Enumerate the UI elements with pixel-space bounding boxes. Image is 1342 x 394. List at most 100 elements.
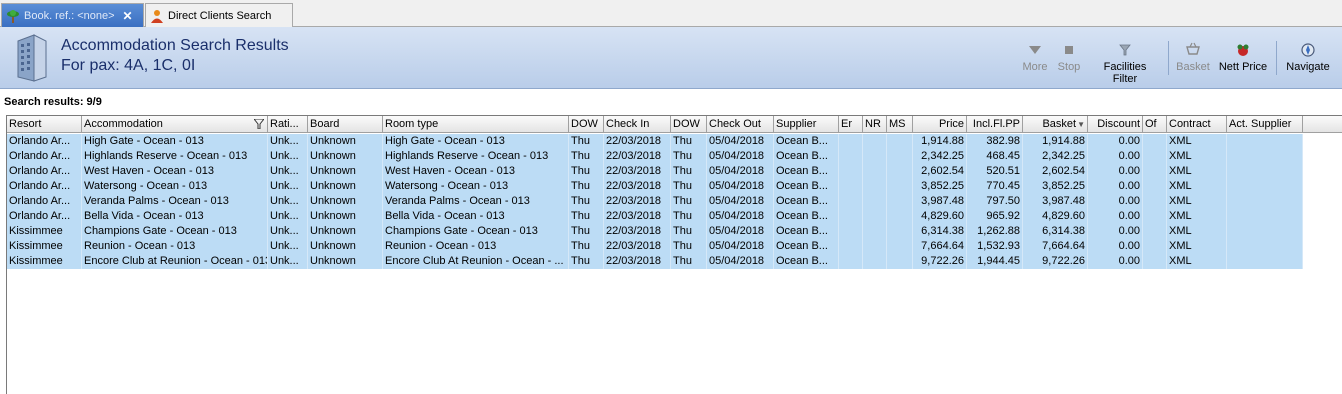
table-row[interactable]: Orlando Ar... Watersong - Ocean - 013 Unk.… — [7, 179, 1303, 194]
cell-ms — [887, 134, 913, 149]
cell-price: 2,602.54 — [913, 164, 967, 179]
cell-supplier: Ocean B... — [774, 194, 839, 209]
cell-check-in: 22/03/2018 — [604, 134, 671, 149]
cell-ms — [887, 209, 913, 224]
cell-dow-in: Thu — [569, 164, 604, 179]
cell-incl-fl-pp: 468.45 — [967, 149, 1023, 164]
cell-nr — [863, 194, 887, 209]
pax-subtitle: For pax: 4A, 1C, 0I — [61, 57, 196, 74]
cell-price: 7,664.64 — [913, 239, 967, 254]
cell-act-supplier — [1227, 209, 1303, 224]
cell-board: Unknown — [308, 224, 383, 239]
cell-dow-out: Thu — [671, 209, 707, 224]
nett-price-button[interactable]: Nett Price — [1217, 41, 1269, 73]
column-header-accommodation[interactable]: Accommodation — [82, 116, 268, 133]
cell-supplier: Ocean B... — [774, 209, 839, 224]
facilities-filter-button[interactable]: Facilities Filter — [1090, 41, 1160, 85]
table-row[interactable]: Kissimmee Encore Club at Reunion - Ocean … — [7, 254, 1303, 269]
table-row[interactable]: Kissimmee Champions Gate - Ocean - 013 Unk… — [7, 224, 1303, 239]
column-header-dow-in[interactable]: DOW — [569, 116, 604, 133]
down-triangle-icon — [1029, 46, 1041, 54]
cell-contract: XML — [1167, 254, 1227, 269]
cell-dow-in: Thu — [569, 149, 604, 164]
column-header-board[interactable]: Board — [308, 116, 383, 133]
cell-incl-fl-pp: 1,944.45 — [967, 254, 1023, 269]
column-header-check-in[interactable]: Check In — [604, 116, 671, 133]
cell-dow-out: Thu — [671, 164, 707, 179]
column-header-label: Discount — [1097, 118, 1140, 130]
cell-room-type: Champions Gate - Ocean - 013 — [383, 224, 569, 239]
results-grid: Resort Accommodation Rati... Board Room type… — [6, 115, 1342, 394]
cell-rating: Unk... — [268, 149, 308, 164]
tab-booking-ref-label: Book. ref.: <none> — [24, 9, 115, 22]
cell-act-supplier — [1227, 179, 1303, 194]
cell-of — [1143, 134, 1167, 149]
close-icon[interactable]: ✕ — [123, 9, 133, 23]
cell-basket: 7,664.64 — [1023, 239, 1088, 254]
column-header-price[interactable]: Price — [913, 116, 967, 133]
column-header-rating[interactable]: Rati... — [268, 116, 308, 133]
column-header-resort[interactable]: Resort — [7, 116, 82, 133]
tab-direct-clients-search[interactable]: Direct Clients Search — [145, 3, 293, 27]
column-header-dow-out[interactable]: DOW — [671, 116, 707, 133]
navigate-button[interactable]: Navigate — [1282, 41, 1334, 73]
column-header-supplier[interactable]: Supplier — [774, 116, 839, 133]
cell-of — [1143, 164, 1167, 179]
cell-rating: Unk... — [268, 134, 308, 149]
column-header-of[interactable]: Of — [1143, 116, 1167, 133]
column-header-incl-fl-pp[interactable]: Incl.Fl.PP — [967, 116, 1023, 133]
cell-check-out: 05/04/2018 — [707, 164, 774, 179]
cell-discount: 0.00 — [1088, 224, 1143, 239]
column-header-discount[interactable]: Discount — [1088, 116, 1143, 133]
column-header-basket[interactable]: Basket▼ — [1023, 116, 1088, 133]
table-row[interactable]: Orlando Ar... High Gate - Ocean - 013 Unk.… — [7, 134, 1303, 149]
column-header-nr[interactable]: NR — [863, 116, 887, 133]
cell-contract: XML — [1167, 194, 1227, 209]
column-header-room-type[interactable]: Room type — [383, 116, 569, 133]
table-row[interactable]: Kissimmee Reunion - Ocean - 013 Unk... Unkn… — [7, 239, 1303, 254]
column-header-act-supplier[interactable]: Act. Supplier — [1227, 116, 1303, 133]
money-bag-icon — [1237, 44, 1249, 56]
column-header-ms[interactable]: MS — [887, 116, 913, 133]
column-header-label: Basket — [1042, 118, 1077, 130]
building-icon — [17, 34, 47, 82]
cell-nr — [863, 254, 887, 269]
cell-accommodation: Highlands Reserve - Ocean - 013 — [82, 149, 268, 164]
cell-of — [1143, 224, 1167, 239]
cell-accommodation: Bella Vida - Ocean - 013 — [82, 209, 268, 224]
table-row[interactable]: Orlando Ar... Highlands Reserve - Ocean -… — [7, 149, 1303, 164]
cell-rating: Unk... — [268, 209, 308, 224]
tab-booking-ref[interactable]: Book. ref.: <none> ✕ — [1, 3, 144, 27]
cell-incl-fl-pp: 1,262.88 — [967, 224, 1023, 239]
cell-er — [839, 194, 863, 209]
cell-nr — [863, 224, 887, 239]
more-button[interactable]: More — [1022, 41, 1048, 73]
column-header-label: MS — [889, 118, 906, 130]
basket-button[interactable]: Basket — [1175, 41, 1211, 73]
cell-contract: XML — [1167, 134, 1227, 149]
table-row[interactable]: Orlando Ar... Bella Vida - Ocean - 013 Unk… — [7, 209, 1303, 224]
compass-icon — [1301, 43, 1315, 57]
column-header-check-out[interactable]: Check Out — [707, 116, 774, 133]
cell-discount: 0.00 — [1088, 134, 1143, 149]
table-row[interactable]: Orlando Ar... Veranda Palms - Ocean - 013… — [7, 194, 1303, 209]
cell-ms — [887, 224, 913, 239]
cell-contract: XML — [1167, 239, 1227, 254]
filter-icon[interactable] — [254, 119, 264, 129]
cell-basket: 3,987.48 — [1023, 194, 1088, 209]
table-row[interactable]: Orlando Ar... West Haven - Ocean - 013 Unk… — [7, 164, 1303, 179]
cell-accommodation: West Haven - Ocean - 013 — [82, 164, 268, 179]
column-header-er[interactable]: Er — [839, 116, 863, 133]
stop-button[interactable]: Stop — [1056, 41, 1082, 73]
cell-check-out: 05/04/2018 — [707, 224, 774, 239]
cell-board: Unknown — [308, 239, 383, 254]
column-header-contract[interactable]: Contract — [1167, 116, 1227, 133]
navigate-label: Navigate — [1286, 61, 1330, 73]
cell-incl-fl-pp: 382.98 — [967, 134, 1023, 149]
cell-act-supplier — [1227, 239, 1303, 254]
cell-nr — [863, 164, 887, 179]
grid-header-row: Resort Accommodation Rati... Board Room type… — [7, 116, 1342, 133]
cell-supplier: Ocean B... — [774, 179, 839, 194]
cell-check-out: 05/04/2018 — [707, 149, 774, 164]
cell-discount: 0.00 — [1088, 194, 1143, 209]
